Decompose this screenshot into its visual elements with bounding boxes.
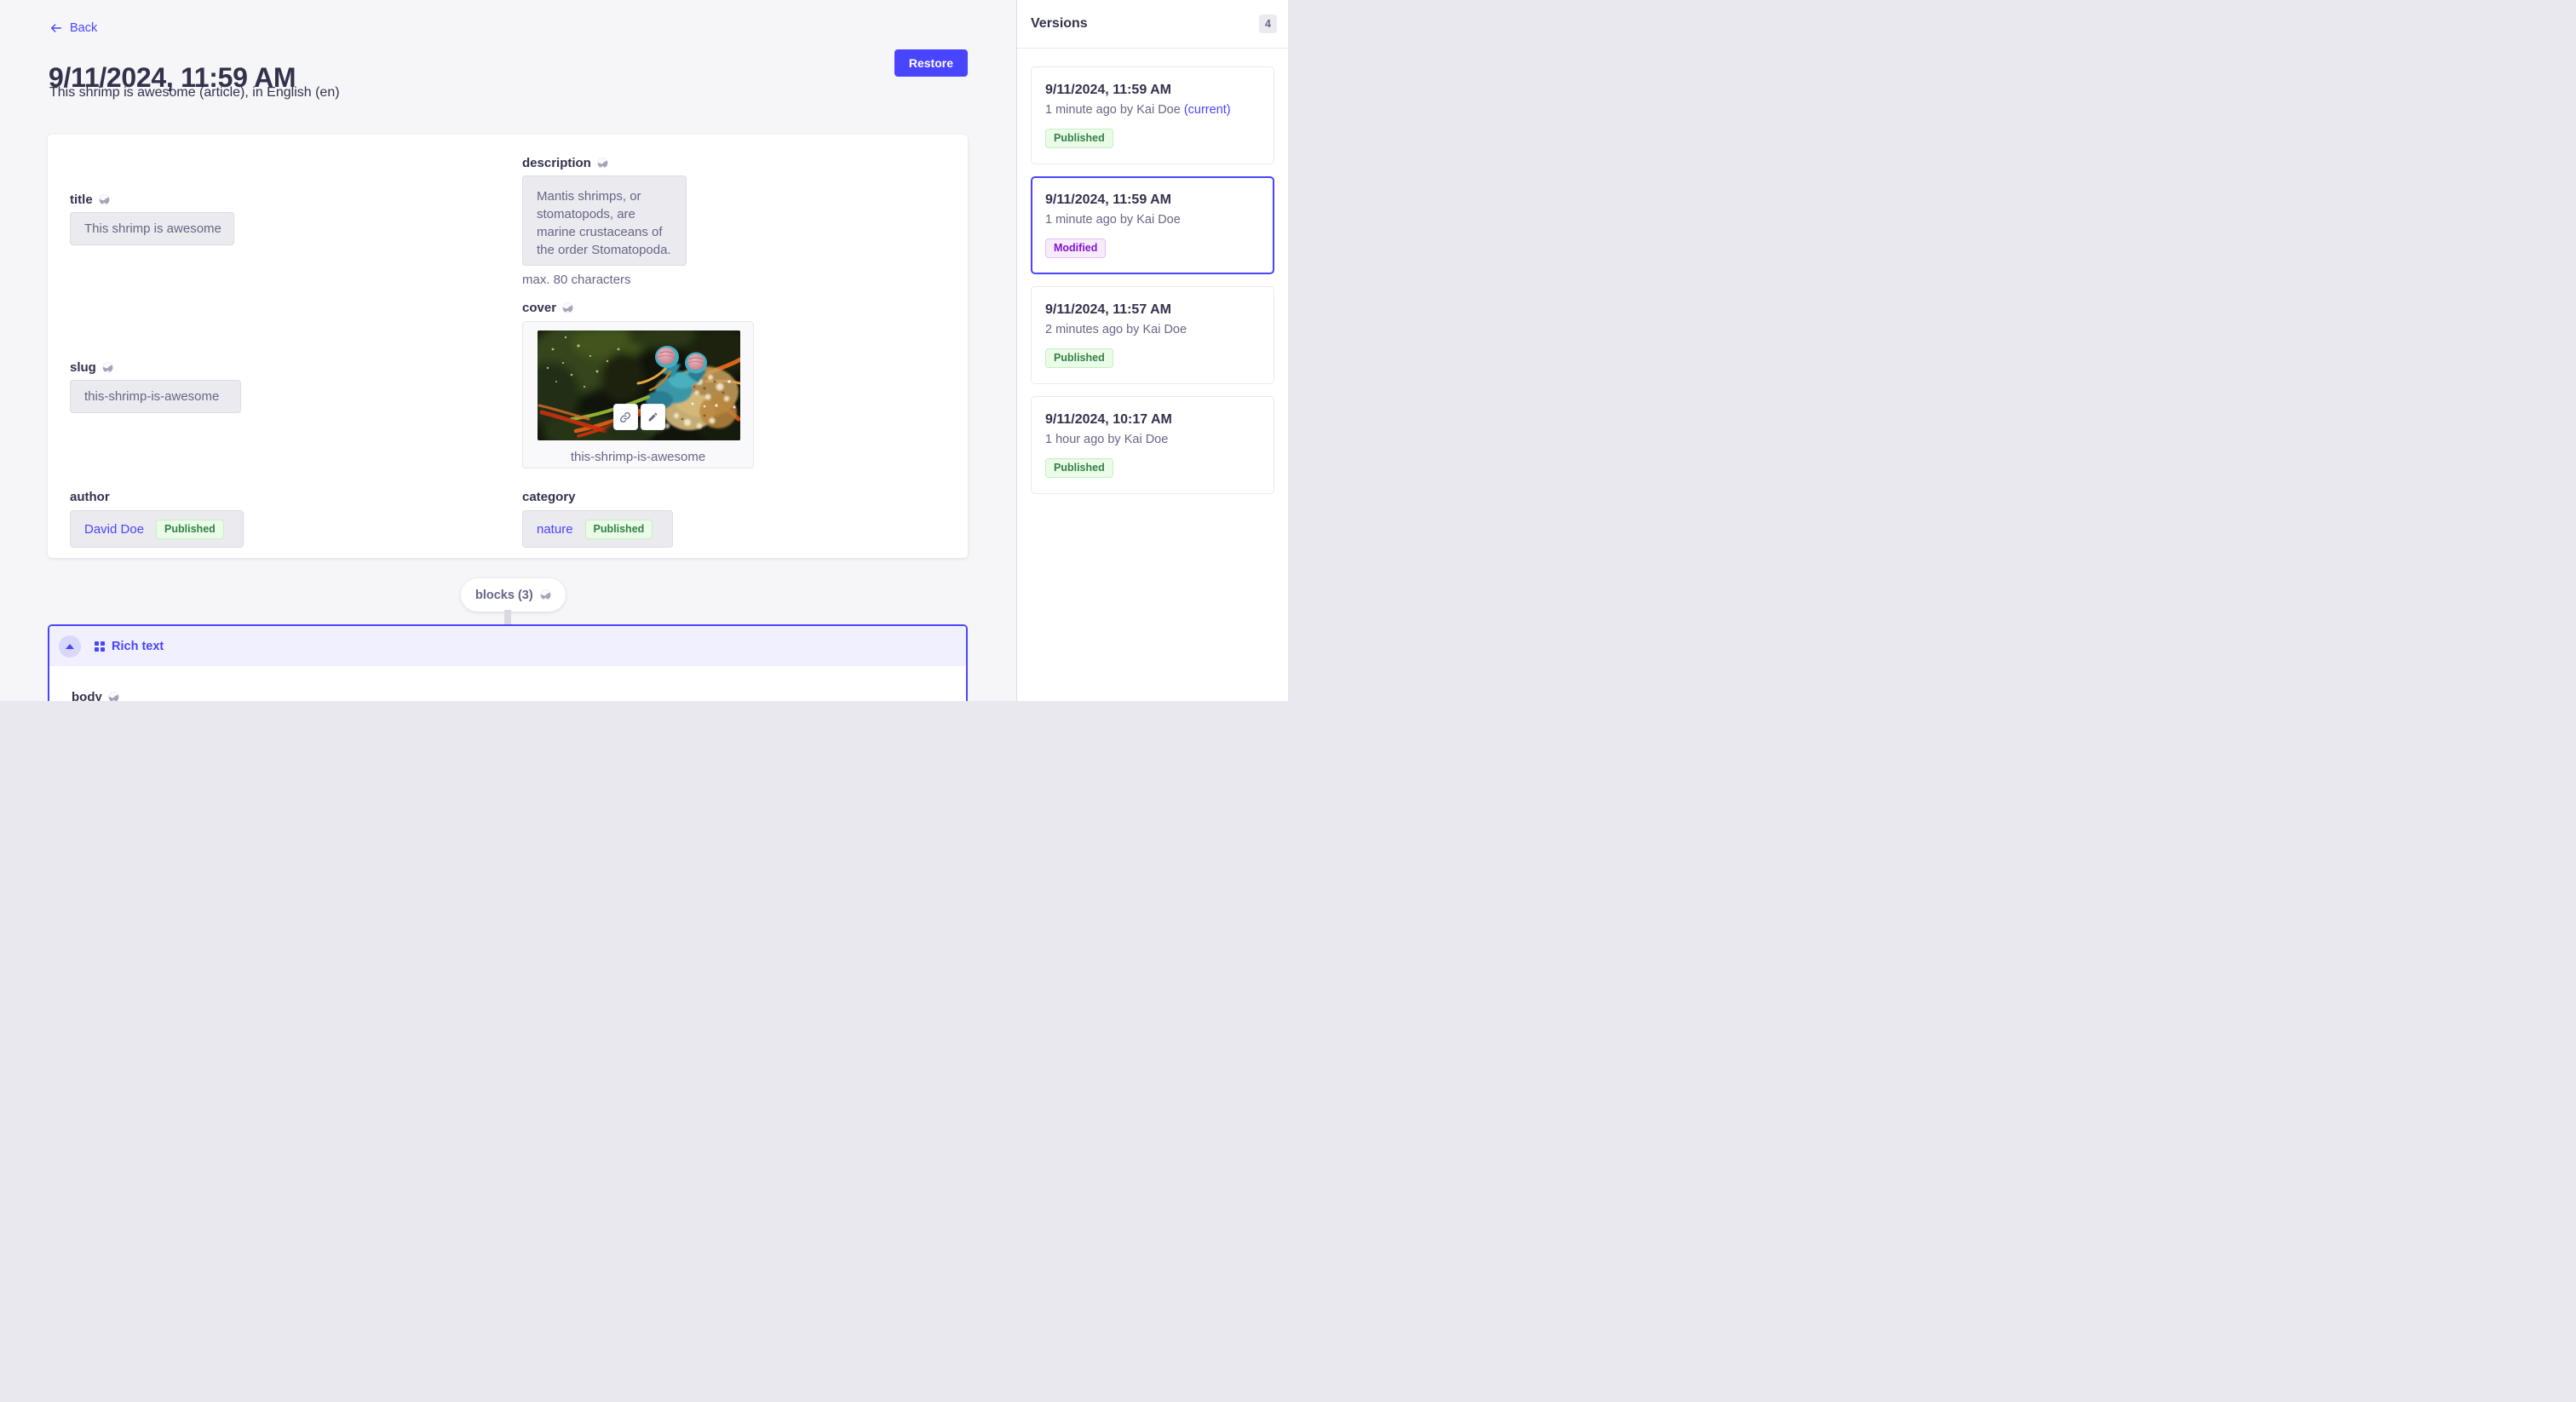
collapse-toggle-button[interactable] [59,635,81,658]
slug-field: slug this-shrimp-is-awesome [70,360,241,413]
cover-filename: this-shrimp-is-awesome [523,450,753,464]
version-history-page: Back 9/11/2024, 11:59 AM This shrimp is … [0,0,1288,701]
cover-label: cover [522,301,556,315]
versions-title: Versions [1031,16,1088,32]
description-textarea: Mantis shrimps, or stomatopods, are mari… [522,175,687,266]
category-status-badge: Published [585,520,653,539]
version-date: 9/11/2024, 11:59 AM [1045,192,1260,208]
versions-sidebar: Versions 4 9/11/2024, 11:59 AM 1 minute … [1016,0,1288,701]
body-label: body [72,690,102,701]
globe-icon [99,194,110,205]
category-relation-box: nature Published [522,510,673,548]
globe-icon [597,158,608,169]
versions-list: 9/11/2024, 11:59 AM 1 minute ago by Kai … [1017,49,1288,512]
cover-edit-button[interactable] [641,404,665,430]
globe-icon [102,362,113,373]
description-field: description Mantis shrimps, or stomatopo… [522,156,687,287]
globe-icon [562,302,573,313]
rich-text-body: body [49,666,966,701]
cover-image [538,330,740,440]
pencil-icon [647,411,658,422]
cover-actions [538,404,740,430]
description-label: description [522,156,591,170]
blocks-connector [504,610,511,625]
cover-copy-link-button[interactable] [613,404,638,430]
version-status-badge: Published [1045,348,1113,368]
main-content: Back 9/11/2024, 11:59 AM This shrimp is … [0,0,1016,701]
arrow-left-icon [49,21,63,35]
version-meta: 1 minute ago by Kai Doe [1045,213,1260,227]
version-status-badge: Published [1045,129,1113,148]
author-status-badge: Published [156,520,224,539]
author-label: author [70,490,110,504]
slug-label: slug [70,360,96,375]
author-relation-link[interactable]: David Doe [84,522,144,537]
title-input: This shrimp is awesome [70,212,234,245]
version-current-label: (current) [1184,103,1231,117]
rich-text-component: Rich text body [48,624,968,701]
component-name: Rich text [112,640,164,653]
restore-button[interactable]: Restore [894,49,968,77]
version-card[interactable]: 9/11/2024, 11:59 AM 1 minute ago by Kai … [1031,176,1274,274]
description-hint: max. 80 characters [522,273,687,287]
versions-header: Versions 4 [1017,0,1288,49]
version-meta: 1 minute ago by Kai Doe (current) [1045,103,1260,117]
version-date: 9/11/2024, 11:59 AM [1045,83,1260,98]
category-relation-link[interactable]: nature [537,522,573,537]
version-card[interactable]: 9/11/2024, 10:17 AM 1 hour ago by Kai Do… [1031,396,1274,494]
link-icon [619,411,631,423]
cover-card: this-shrimp-is-awesome [522,321,754,468]
component-grid-icon [95,641,105,652]
version-card[interactable]: 9/11/2024, 11:59 AM 1 minute ago by Kai … [1031,66,1274,164]
page-subtitle: This shrimp is awesome (article), in Eng… [49,85,340,101]
author-relation-box: David Doe Published [70,510,244,548]
back-link[interactable]: Back [49,21,97,35]
category-label: category [522,490,576,504]
title-field: title This shrimp is awesome [70,192,234,245]
back-label: Back [70,21,97,35]
blocks-field-pill[interactable]: blocks (3) [461,578,566,612]
category-field: category nature Published [522,490,673,548]
version-date: 9/11/2024, 11:57 AM [1045,302,1260,318]
title-label: title [70,192,93,207]
cover-field: cover [522,301,754,468]
globe-icon [108,692,119,701]
author-field: author David Doe Published [70,490,244,548]
chevron-up-icon [66,644,74,649]
globe-icon [540,589,551,600]
version-meta: 2 minutes ago by Kai Doe [1045,323,1260,336]
versions-count-badge: 4 [1259,14,1277,33]
version-status-badge: Modified [1045,238,1106,258]
version-status-badge: Published [1045,458,1113,478]
rich-text-header[interactable]: Rich text [49,626,966,666]
version-date: 9/11/2024, 10:17 AM [1045,412,1260,428]
fields-card: description Mantis shrimps, or stomatopo… [48,135,968,558]
blocks-pill-label: blocks (3) [475,589,533,602]
slug-input: this-shrimp-is-awesome [70,380,241,413]
version-meta: 1 hour ago by Kai Doe [1045,433,1260,446]
version-card[interactable]: 9/11/2024, 11:57 AM 2 minutes ago by Kai… [1031,286,1274,384]
